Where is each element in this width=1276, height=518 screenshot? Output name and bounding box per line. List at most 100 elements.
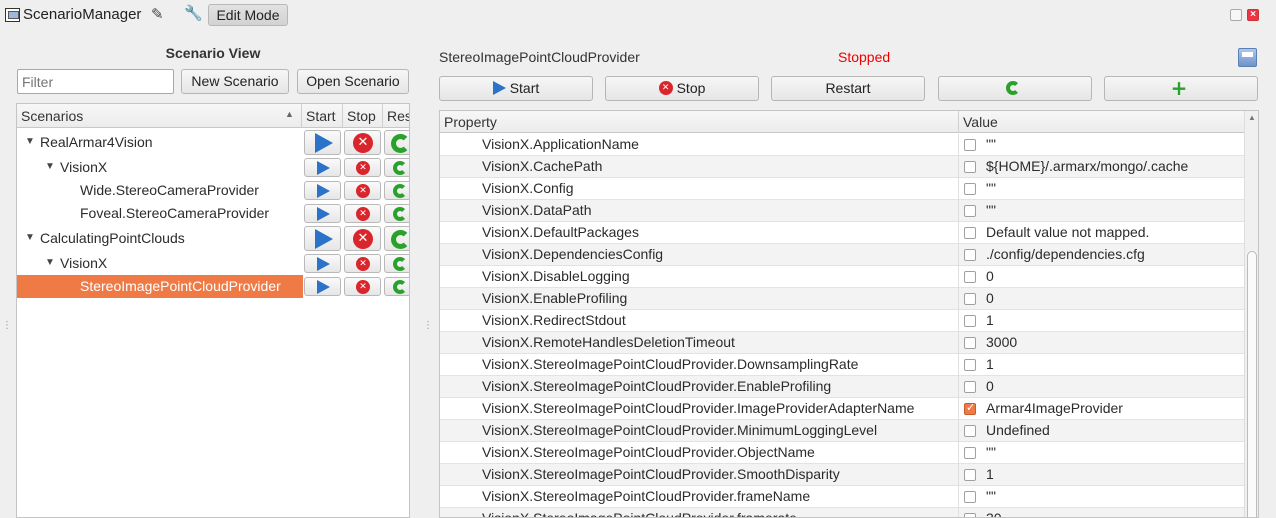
property-checkbox[interactable] xyxy=(964,227,976,239)
property-checkbox[interactable] xyxy=(964,447,976,459)
restart-button[interactable] xyxy=(384,226,409,251)
expand-arrow-icon[interactable]: ▼ xyxy=(45,257,55,268)
add-button[interactable]: + xyxy=(1104,76,1258,101)
property-checkbox[interactable] xyxy=(964,183,976,195)
restart-button[interactable] xyxy=(384,204,409,223)
property-row[interactable]: VisionX.EnableProfiling 0 xyxy=(440,288,1244,310)
start-button[interactable] xyxy=(304,277,341,296)
stop-button[interactable]: ✕ xyxy=(344,158,381,177)
stop-button[interactable]: ✕ xyxy=(344,226,381,251)
property-checkbox[interactable] xyxy=(964,315,976,327)
close-icon[interactable]: × xyxy=(1247,9,1259,21)
property-checkbox[interactable] xyxy=(964,491,976,503)
start-button[interactable] xyxy=(304,226,341,251)
expand-arrow-icon[interactable]: ▼ xyxy=(25,136,35,147)
property-row[interactable]: VisionX.StereoImagePointCloudProvider.En… xyxy=(440,376,1244,398)
tree-item-application-selected[interactable]: StereoImagePointCloudProvider xyxy=(17,275,303,298)
property-value[interactable]: 0 xyxy=(986,290,994,306)
property-checkbox[interactable] xyxy=(964,381,976,393)
property-checkbox[interactable] xyxy=(964,401,976,415)
restart-button[interactable]: Restart xyxy=(771,76,925,101)
column-restart[interactable]: Res xyxy=(383,104,409,128)
tree-item-application[interactable]: Wide.StereoCameraProvider ✕ xyxy=(17,179,409,202)
filter-input[interactable] xyxy=(17,69,174,94)
property-checkbox[interactable] xyxy=(964,359,976,371)
property-row[interactable]: VisionX.DefaultPackages Default value not… xyxy=(440,222,1244,244)
property-value[interactable]: 1 xyxy=(986,356,994,372)
tree-item-scenario[interactable]: ▼ RealArmar4Vision ✕ xyxy=(17,129,409,156)
property-checkbox[interactable] xyxy=(964,513,976,517)
property-row[interactable]: VisionX.RedirectStdout 1 xyxy=(440,310,1244,332)
property-checkbox[interactable] xyxy=(964,469,976,481)
restart-button[interactable] xyxy=(384,130,409,155)
expand-arrow-icon[interactable]: ▼ xyxy=(45,161,55,172)
tree-item-application[interactable]: Foveal.StereoCameraProvider ✕ xyxy=(17,202,409,225)
wrench-icon[interactable]: 🔧 xyxy=(184,4,203,22)
column-property[interactable]: Property xyxy=(444,114,497,130)
save-icon[interactable] xyxy=(1238,48,1257,67)
expand-arrow-icon[interactable]: ▼ xyxy=(25,232,35,243)
stop-button[interactable]: ✕ xyxy=(344,254,381,273)
property-row[interactable]: VisionX.StereoImagePointCloudProvider.fr… xyxy=(440,508,1244,517)
start-button[interactable] xyxy=(304,130,341,155)
property-value[interactable]: 1 xyxy=(986,312,994,328)
property-row[interactable]: VisionX.StereoImagePointCloudProvider.fr… xyxy=(440,486,1244,508)
property-row[interactable]: VisionX.Config "" xyxy=(440,178,1244,200)
property-row[interactable]: VisionX.ApplicationName "" xyxy=(440,134,1244,156)
property-row[interactable]: VisionX.CachePath ${HOME}/.armarx/mongo/.… xyxy=(440,156,1244,178)
property-value[interactable]: "" xyxy=(986,488,996,504)
property-value[interactable]: "" xyxy=(986,444,996,460)
property-checkbox[interactable] xyxy=(964,337,976,349)
start-button[interactable] xyxy=(304,204,341,223)
property-value[interactable]: Armar4ImageProvider xyxy=(986,400,1123,416)
column-stop[interactable]: Stop xyxy=(343,104,383,128)
tree-item-package[interactable]: ▼ VisionX ✕ xyxy=(17,156,409,179)
property-row[interactable]: VisionX.DataPath "" xyxy=(440,200,1244,222)
property-row[interactable]: VisionX.DisableLogging 0 xyxy=(440,266,1244,288)
tree-item-package[interactable]: ▼ VisionX ✕ xyxy=(17,252,409,275)
property-value[interactable]: 0 xyxy=(986,268,994,284)
property-checkbox[interactable] xyxy=(964,425,976,437)
restart-button[interactable] xyxy=(384,254,409,273)
property-row[interactable]: VisionX.DependenciesConfig ./config/depen… xyxy=(440,244,1244,266)
property-checkbox[interactable] xyxy=(964,205,976,217)
property-value[interactable]: 1 xyxy=(986,466,994,482)
property-value[interactable]: "" xyxy=(986,202,996,218)
pencil-icon[interactable]: ✎ xyxy=(151,5,164,23)
property-checkbox[interactable] xyxy=(964,271,976,283)
restart-button[interactable] xyxy=(384,277,409,296)
scroll-up-icon[interactable]: ▲ xyxy=(1248,113,1256,122)
property-value[interactable]: ./config/dependencies.cfg xyxy=(986,246,1145,262)
property-value[interactable]: 0 xyxy=(986,378,994,394)
new-scenario-button[interactable]: New Scenario xyxy=(181,69,289,94)
splitter-handle-icon[interactable]: ⋮ xyxy=(2,320,12,331)
property-row[interactable]: VisionX.StereoImagePointCloudProvider.Im… xyxy=(440,398,1244,420)
start-button[interactable]: Start xyxy=(439,76,593,101)
property-row[interactable]: VisionX.StereoImagePointCloudProvider.Do… xyxy=(440,354,1244,376)
vertical-scrollbar[interactable]: ▲ xyxy=(1244,111,1258,517)
property-row[interactable]: VisionX.StereoImagePointCloudProvider.Mi… xyxy=(440,420,1244,442)
property-checkbox[interactable] xyxy=(964,139,976,151)
start-button[interactable] xyxy=(304,254,341,273)
property-value[interactable]: ${HOME}/.armarx/mongo/.cache xyxy=(986,158,1188,174)
property-value[interactable]: 3000 xyxy=(986,334,1017,350)
column-start[interactable]: Start xyxy=(302,104,343,128)
property-value[interactable]: "" xyxy=(986,180,996,196)
property-row[interactable]: VisionX.RemoteHandlesDeletionTimeout 3000 xyxy=(440,332,1244,354)
property-value[interactable]: Undefined xyxy=(986,422,1050,438)
property-row[interactable]: VisionX.StereoImagePointCloudProvider.Ob… xyxy=(440,442,1244,464)
start-button[interactable] xyxy=(304,181,341,200)
edit-mode-button[interactable]: Edit Mode xyxy=(208,4,288,26)
tree-item-scenario[interactable]: ▼ CalculatingPointClouds ✕ xyxy=(17,225,409,252)
stop-button[interactable]: ✕ Stop xyxy=(605,76,759,101)
float-window-icon[interactable] xyxy=(1230,9,1242,21)
start-button[interactable] xyxy=(304,158,341,177)
stop-button[interactable]: ✕ xyxy=(344,181,381,200)
property-row[interactable]: VisionX.StereoImagePointCloudProvider.Sm… xyxy=(440,464,1244,486)
column-scenarios[interactable]: Scenarios xyxy=(17,104,302,128)
restart-button[interactable] xyxy=(384,181,409,200)
stop-button[interactable]: ✕ xyxy=(344,204,381,223)
property-checkbox[interactable] xyxy=(964,249,976,261)
column-value[interactable]: Value xyxy=(963,114,998,130)
property-checkbox[interactable] xyxy=(964,161,976,173)
